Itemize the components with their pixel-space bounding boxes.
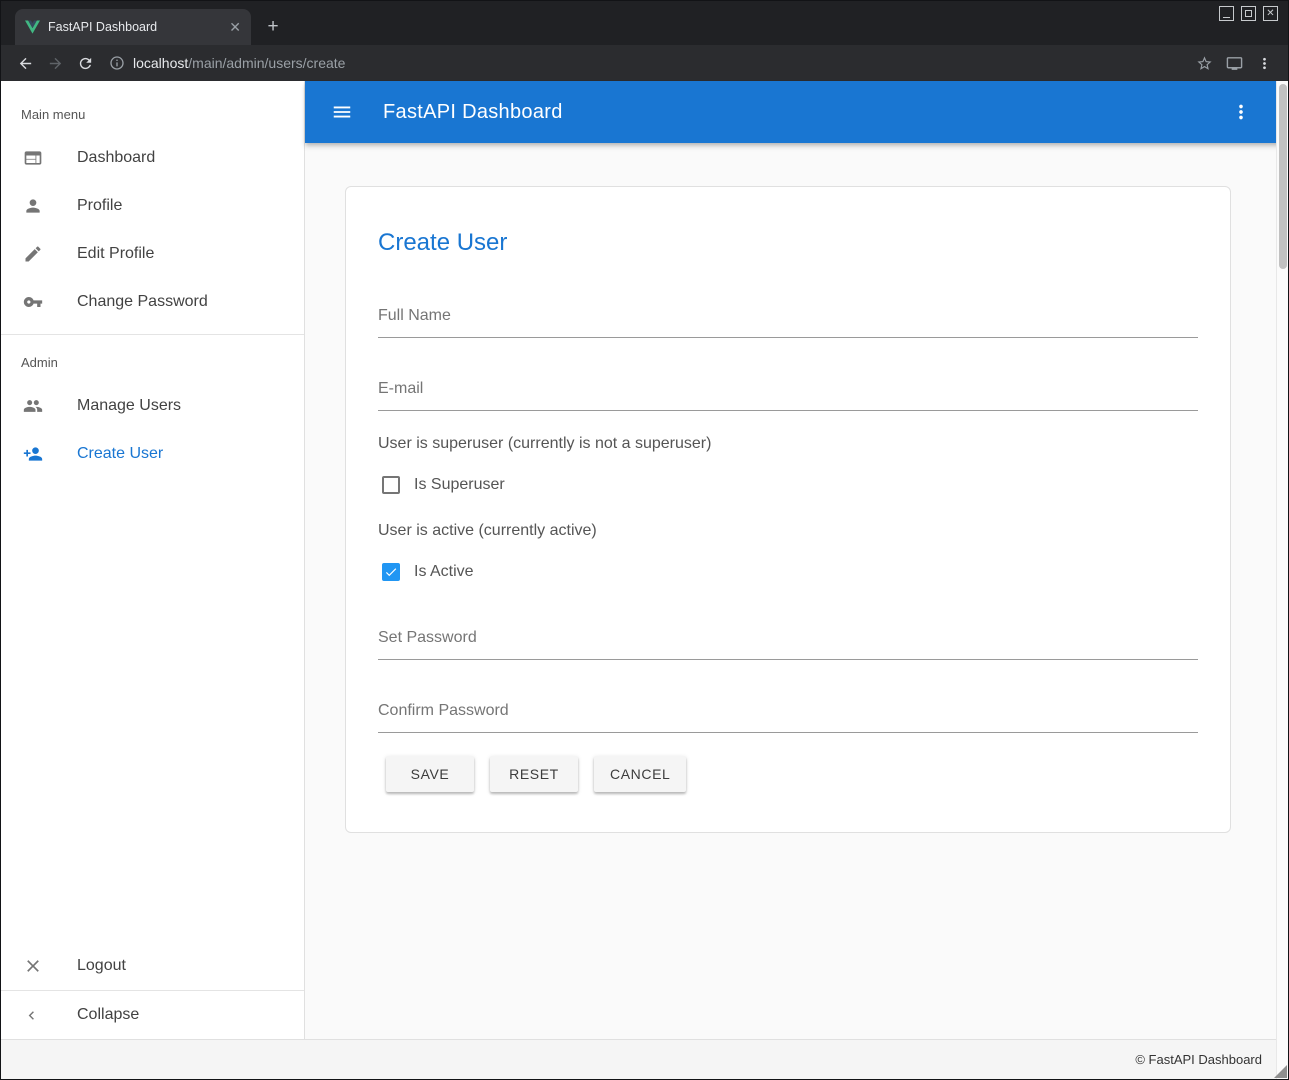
scrollbar-thumb[interactable] (1279, 84, 1287, 269)
full-name-input[interactable] (378, 307, 1198, 337)
set-password-field-wrap (378, 629, 1198, 660)
page-body: Main menu Dashboard Profile Edit Profile (1, 81, 1288, 1039)
minimize-icon (1223, 17, 1230, 18)
superuser-hint: User is superuser (currently is not a su… (378, 435, 1198, 453)
sidebar-item-create-user[interactable]: Create User (1, 430, 304, 478)
dashboard-icon (23, 148, 47, 168)
is-active-checkbox-row[interactable]: Is Active (378, 563, 1198, 581)
sidebar-divider (1, 334, 304, 335)
appbar-title: FastAPI Dashboard (383, 101, 563, 124)
sidebar: Main menu Dashboard Profile Edit Profile (1, 81, 305, 1039)
copyright-text: © FastAPI Dashboard (1135, 1052, 1262, 1067)
sidebar-item-label: Change Password (77, 293, 208, 311)
save-button[interactable]: SAVE (386, 756, 474, 792)
form-buttons-row: SAVE RESET CANCEL (378, 756, 1198, 792)
vue-logo-icon (25, 20, 40, 34)
active-hint: User is active (currently active) (378, 522, 1198, 540)
sidebar-item-profile[interactable]: Profile (1, 182, 304, 230)
sidebar-bottom: Logout Collapse (1, 942, 304, 1039)
window-minimize-button[interactable] (1219, 6, 1234, 21)
person-add-icon (23, 444, 47, 464)
app-bar: FastAPI Dashboard (305, 81, 1288, 143)
back-arrow-icon (17, 55, 34, 72)
key-icon (23, 292, 47, 312)
browser-tab[interactable]: FastAPI Dashboard ✕ (15, 9, 251, 45)
cancel-button[interactable]: CANCEL (594, 756, 686, 792)
sidebar-item-dashboard[interactable]: Dashboard (1, 134, 304, 182)
is-superuser-checkbox[interactable] (382, 476, 400, 494)
bookmark-star-button[interactable] (1190, 49, 1218, 77)
page-scrollbar[interactable] (1276, 81, 1288, 1079)
appbar-menu-button[interactable] (1230, 101, 1252, 123)
sidebar-item-label: Create User (77, 445, 163, 463)
sidebar-item-edit-profile[interactable]: Edit Profile (1, 230, 304, 278)
sidebar-item-label: Profile (77, 197, 122, 215)
is-superuser-label: Is Superuser (414, 476, 505, 494)
url-host: localhost (133, 55, 188, 71)
sidebar-item-label: Manage Users (77, 397, 181, 415)
confirm-password-field-wrap (378, 702, 1198, 733)
pencil-icon (23, 244, 47, 264)
close-icon (23, 956, 47, 976)
sidebar-item-logout[interactable]: Logout (1, 942, 304, 990)
sidebar-item-manage-users[interactable]: Manage Users (1, 382, 304, 430)
set-password-input[interactable] (378, 629, 1198, 659)
hamburger-menu-button[interactable] (331, 101, 353, 123)
page-footer: © FastAPI Dashboard (1, 1039, 1288, 1079)
sidebar-item-change-password[interactable]: Change Password (1, 278, 304, 326)
site-info-icon[interactable] (109, 55, 125, 71)
is-superuser-checkbox-row[interactable]: Is Superuser (378, 476, 1198, 494)
tab-close-icon[interactable]: ✕ (229, 20, 241, 34)
browser-menu-button[interactable] (1250, 49, 1278, 77)
browser-window: FastAPI Dashboard ✕ + ✕ localhost/main/a… (0, 0, 1289, 1080)
window-maximize-button[interactable] (1241, 6, 1256, 21)
maximize-icon (1245, 10, 1252, 17)
confirm-password-input[interactable] (378, 702, 1198, 732)
page-title: Create User (378, 227, 1198, 259)
window-controls: ✕ (1219, 6, 1278, 21)
new-tab-button[interactable]: + (259, 13, 287, 41)
is-active-label: Is Active (414, 563, 474, 581)
forward-arrow-icon (47, 55, 64, 72)
reload-button[interactable] (71, 49, 99, 77)
sidebar-item-label: Logout (77, 957, 126, 975)
check-icon (384, 564, 398, 580)
url-path: /main/admin/users/create (188, 55, 345, 71)
kebab-menu-icon (1256, 55, 1273, 72)
browser-tab-strip: FastAPI Dashboard ✕ + ✕ (1, 1, 1288, 45)
sidebar-section-header-admin: Admin (1, 343, 304, 382)
sidebar-section-header-main: Main menu (1, 81, 304, 134)
forward-button[interactable] (41, 49, 69, 77)
window-resize-grip[interactable] (1274, 1065, 1287, 1078)
hamburger-icon (331, 101, 353, 123)
kebab-menu-icon (1230, 101, 1252, 123)
sidebar-item-label: Dashboard (77, 149, 155, 167)
close-icon: ✕ (1266, 9, 1274, 19)
tab-title: FastAPI Dashboard (48, 20, 221, 34)
browser-toolbar: localhost/main/admin/users/create (1, 45, 1288, 81)
chevron-left-icon (23, 1007, 47, 1024)
back-button[interactable] (11, 49, 39, 77)
sidebar-item-label: Edit Profile (77, 245, 154, 263)
email-input[interactable] (378, 380, 1198, 410)
url-text[interactable]: localhost/main/admin/users/create (133, 55, 345, 71)
create-user-card: Create User User is superuser (currently… (345, 186, 1231, 833)
reset-button[interactable]: RESET (490, 756, 578, 792)
url-bar[interactable]: localhost/main/admin/users/create (109, 55, 1180, 71)
window-close-button[interactable]: ✕ (1263, 6, 1278, 21)
is-active-checkbox[interactable] (382, 563, 400, 581)
main-area: FastAPI Dashboard Create User User is su… (305, 81, 1288, 1039)
person-icon (23, 196, 47, 216)
sidebar-item-label: Collapse (77, 1006, 139, 1024)
people-icon (23, 396, 47, 416)
page-content: Create User User is superuser (currently… (305, 143, 1288, 1039)
reload-icon (77, 55, 94, 72)
sidebar-collapse-button[interactable]: Collapse (1, 991, 304, 1039)
monitor-icon (1226, 55, 1243, 72)
star-icon (1196, 55, 1213, 72)
full-name-field-wrap (378, 307, 1198, 338)
cast-button[interactable] (1220, 49, 1248, 77)
email-field-wrap (378, 380, 1198, 411)
